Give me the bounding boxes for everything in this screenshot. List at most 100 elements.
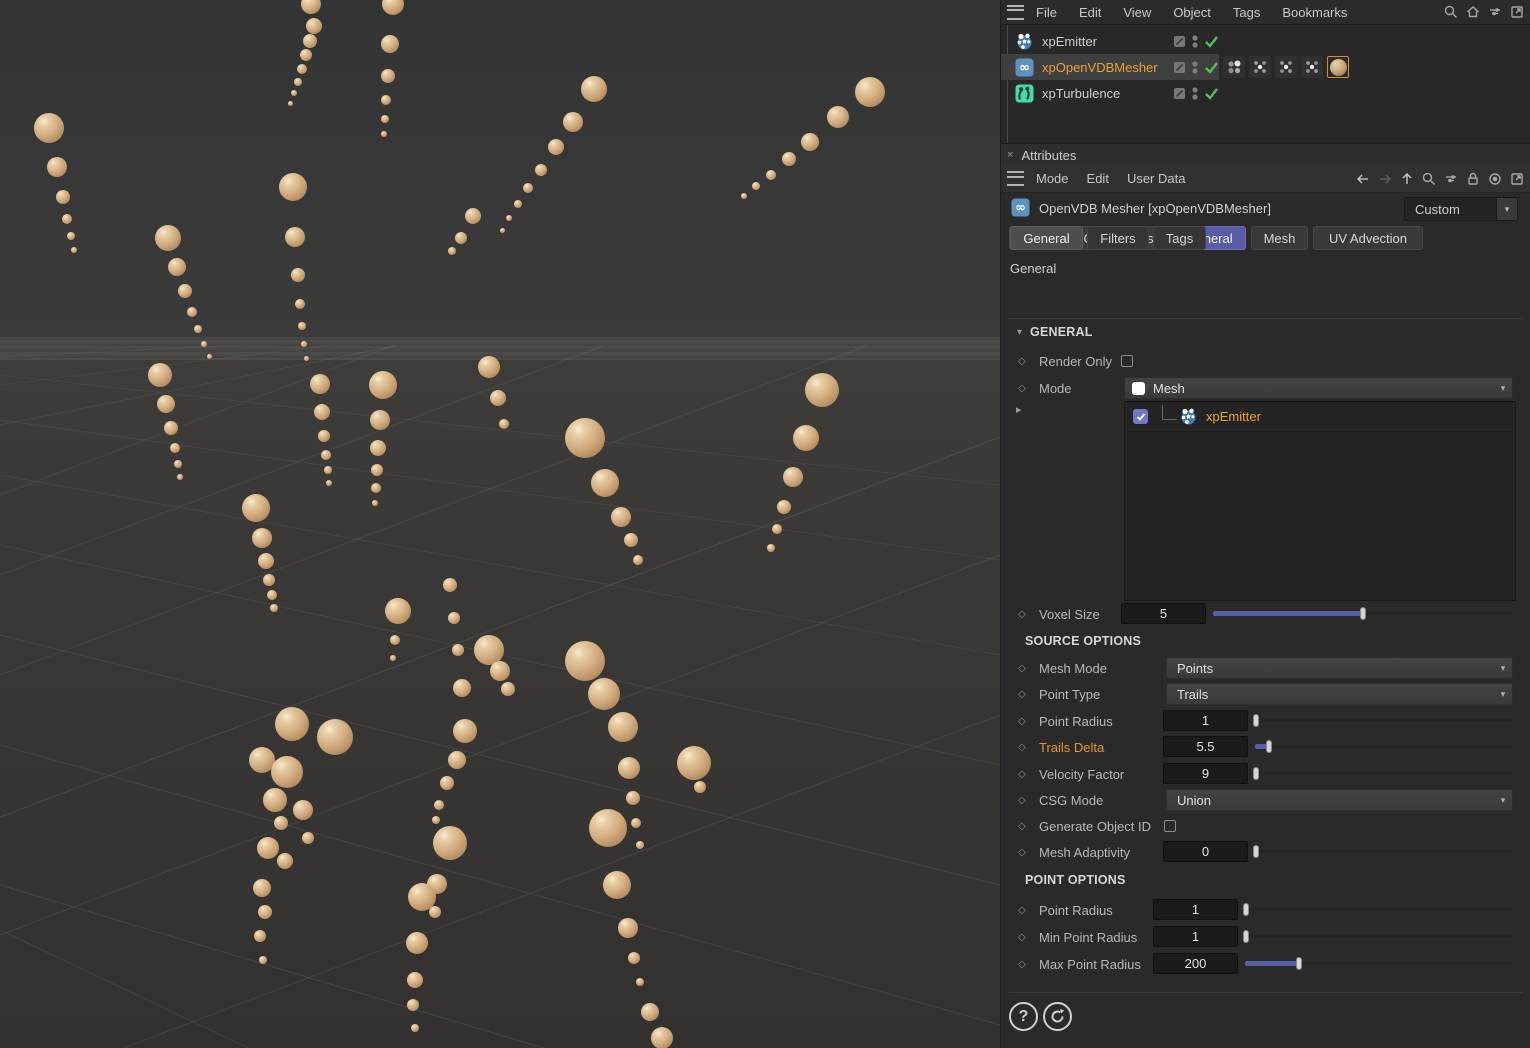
menu-item-view[interactable]: View — [1123, 5, 1151, 20]
menu-item-bookmarks[interactable]: Bookmarks — [1282, 5, 1347, 20]
slider-track[interactable] — [1245, 908, 1513, 911]
particle-sphere — [633, 555, 643, 565]
object-name[interactable]: xpEmitter — [1042, 34, 1097, 49]
param-value-field[interactable]: 0 — [1163, 841, 1248, 862]
slider-track[interactable] — [1255, 772, 1513, 775]
search-icon[interactable] — [1419, 169, 1439, 189]
slider-handle[interactable] — [1266, 740, 1272, 753]
expand-chevron-icon[interactable]: ▸ — [1016, 403, 1022, 416]
slider-track[interactable] — [1255, 850, 1513, 853]
forward-arrow-icon[interactable] — [1375, 169, 1395, 189]
xp-dots-x-tag[interactable] — [1249, 56, 1271, 78]
slider-track[interactable] — [1245, 935, 1513, 938]
material-tag[interactable] — [1327, 56, 1349, 78]
slider-handle[interactable] — [1253, 714, 1259, 727]
slider-handle[interactable] — [1253, 767, 1259, 780]
voxel-size-field[interactable]: 5 — [1121, 603, 1206, 624]
param-slider[interactable] — [1245, 899, 1513, 920]
particle-sphere — [194, 325, 202, 333]
subtab-tags[interactable]: Tags — [1153, 226, 1206, 250]
chevron-down-icon[interactable]: ▾ — [1496, 198, 1517, 220]
home-icon[interactable] — [1463, 2, 1483, 22]
param-value-field[interactable]: 200 — [1153, 953, 1238, 974]
param-slider[interactable] — [1245, 926, 1513, 947]
param-slider[interactable] — [1245, 953, 1513, 974]
tab-uv-advection[interactable]: UV Advection — [1313, 226, 1423, 250]
slider-track[interactable] — [1255, 745, 1513, 748]
object-name[interactable]: xpOpenVDBMesher — [1042, 60, 1158, 75]
param-checkbox[interactable] — [1164, 820, 1176, 832]
attr-menu-item-user-data[interactable]: User Data — [1127, 171, 1186, 186]
slider-track[interactable] — [1255, 719, 1513, 722]
param-label: Trails Delta — [1039, 740, 1104, 755]
object-row-xpemitter[interactable]: xpEmitter — [1001, 28, 1530, 54]
menu-item-edit[interactable]: Edit — [1079, 5, 1101, 20]
param-row-max-point-radius: ◇Max Point Radius200 — [1001, 952, 1530, 976]
attributes-menu-icon[interactable] — [1007, 171, 1024, 186]
filter-icon[interactable] — [1441, 169, 1461, 189]
param-slider[interactable] — [1255, 710, 1513, 731]
slider-handle[interactable] — [1243, 930, 1249, 943]
param-dropdown[interactable]: Points▾ — [1166, 657, 1513, 679]
param-value-field[interactable]: 1 — [1163, 710, 1248, 731]
param-value-field[interactable]: 5.5 — [1163, 736, 1248, 757]
search-icon[interactable] — [1441, 2, 1461, 22]
render-only-checkbox[interactable] — [1121, 355, 1133, 367]
xp-dots-x-tag[interactable] — [1301, 56, 1323, 78]
attr-menu-item-mode[interactable]: Mode — [1036, 171, 1069, 186]
param-value-field[interactable]: 9 — [1163, 763, 1248, 784]
particle-sphere — [443, 578, 457, 592]
particle-sphere — [506, 215, 512, 221]
subtab-general[interactable]: General — [1010, 226, 1083, 250]
particle-sphere — [371, 483, 381, 493]
material-preview-sphere — [1330, 59, 1347, 76]
param-slider[interactable] — [1255, 763, 1513, 784]
subtab-filters[interactable]: Filters — [1087, 226, 1149, 250]
menu-item-object[interactable]: Object — [1173, 5, 1211, 20]
slider-handle[interactable] — [1243, 903, 1249, 916]
slider-handle[interactable] — [1360, 607, 1366, 620]
source-list-item[interactable]: xpEmitter — [1125, 402, 1515, 432]
particle-sphere — [500, 228, 505, 233]
panel-menu-icon[interactable] — [1007, 5, 1024, 20]
param-diamond-icon: ◇ — [1018, 383, 1026, 394]
tab-mesh[interactable]: Mesh — [1251, 226, 1308, 250]
record-icon[interactable] — [1485, 169, 1505, 189]
object-row-xpturbulence[interactable]: xpTurbulence — [1001, 80, 1530, 106]
xp-dots-x-tag[interactable] — [1275, 56, 1297, 78]
slider-fill — [1245, 961, 1299, 966]
attributes-tab-strip[interactable]: × Attributes — [1001, 143, 1530, 166]
mode-dropdown[interactable]: Mesh ▾ — [1124, 377, 1513, 399]
source-objects-listbox[interactable]: xpEmitter — [1124, 401, 1516, 601]
menu-item-file[interactable]: File — [1036, 5, 1057, 20]
object-name[interactable]: xpTurbulence — [1042, 86, 1120, 101]
viewport-3d[interactable] — [0, 0, 1000, 1048]
preset-dropdown[interactable]: Custom ▾ — [1404, 197, 1518, 221]
new-panel-icon[interactable] — [1507, 169, 1527, 189]
param-value-field[interactable]: 1 — [1153, 899, 1238, 920]
new-panel-icon[interactable] — [1507, 2, 1527, 22]
lock-icon[interactable] — [1463, 169, 1483, 189]
attr-menu-item-edit[interactable]: Edit — [1087, 171, 1109, 186]
param-value-field[interactable]: 1 — [1153, 926, 1238, 947]
filter-icon[interactable] — [1485, 2, 1505, 22]
param-dropdown[interactable]: Trails▾ — [1166, 683, 1513, 705]
param-slider[interactable] — [1255, 736, 1513, 757]
back-arrow-icon[interactable] — [1353, 169, 1373, 189]
general-group-header[interactable]: ▾ GENERAL — [1017, 325, 1093, 339]
param-slider[interactable] — [1255, 841, 1513, 862]
xp-dots-grid-tag[interactable] — [1223, 56, 1245, 78]
slider-handle[interactable] — [1253, 845, 1259, 858]
menu-item-tags[interactable]: Tags — [1233, 5, 1260, 20]
param-dropdown[interactable]: Union▾ — [1166, 789, 1513, 811]
help-button[interactable]: ? — [1009, 1002, 1038, 1031]
refresh-button[interactable] — [1043, 1002, 1072, 1031]
close-icon[interactable]: × — [1007, 149, 1013, 161]
voxel-size-slider[interactable] — [1213, 603, 1513, 624]
up-arrow-icon[interactable] — [1397, 169, 1417, 189]
source-enabled-checkbox[interactable] — [1133, 409, 1148, 424]
particle-sphere — [303, 34, 317, 48]
particle-sphere — [288, 101, 293, 106]
object-row-xpopenvdbmesher[interactable]: ∞xpOpenVDBMesher — [1001, 54, 1530, 80]
slider-handle[interactable] — [1296, 957, 1302, 970]
